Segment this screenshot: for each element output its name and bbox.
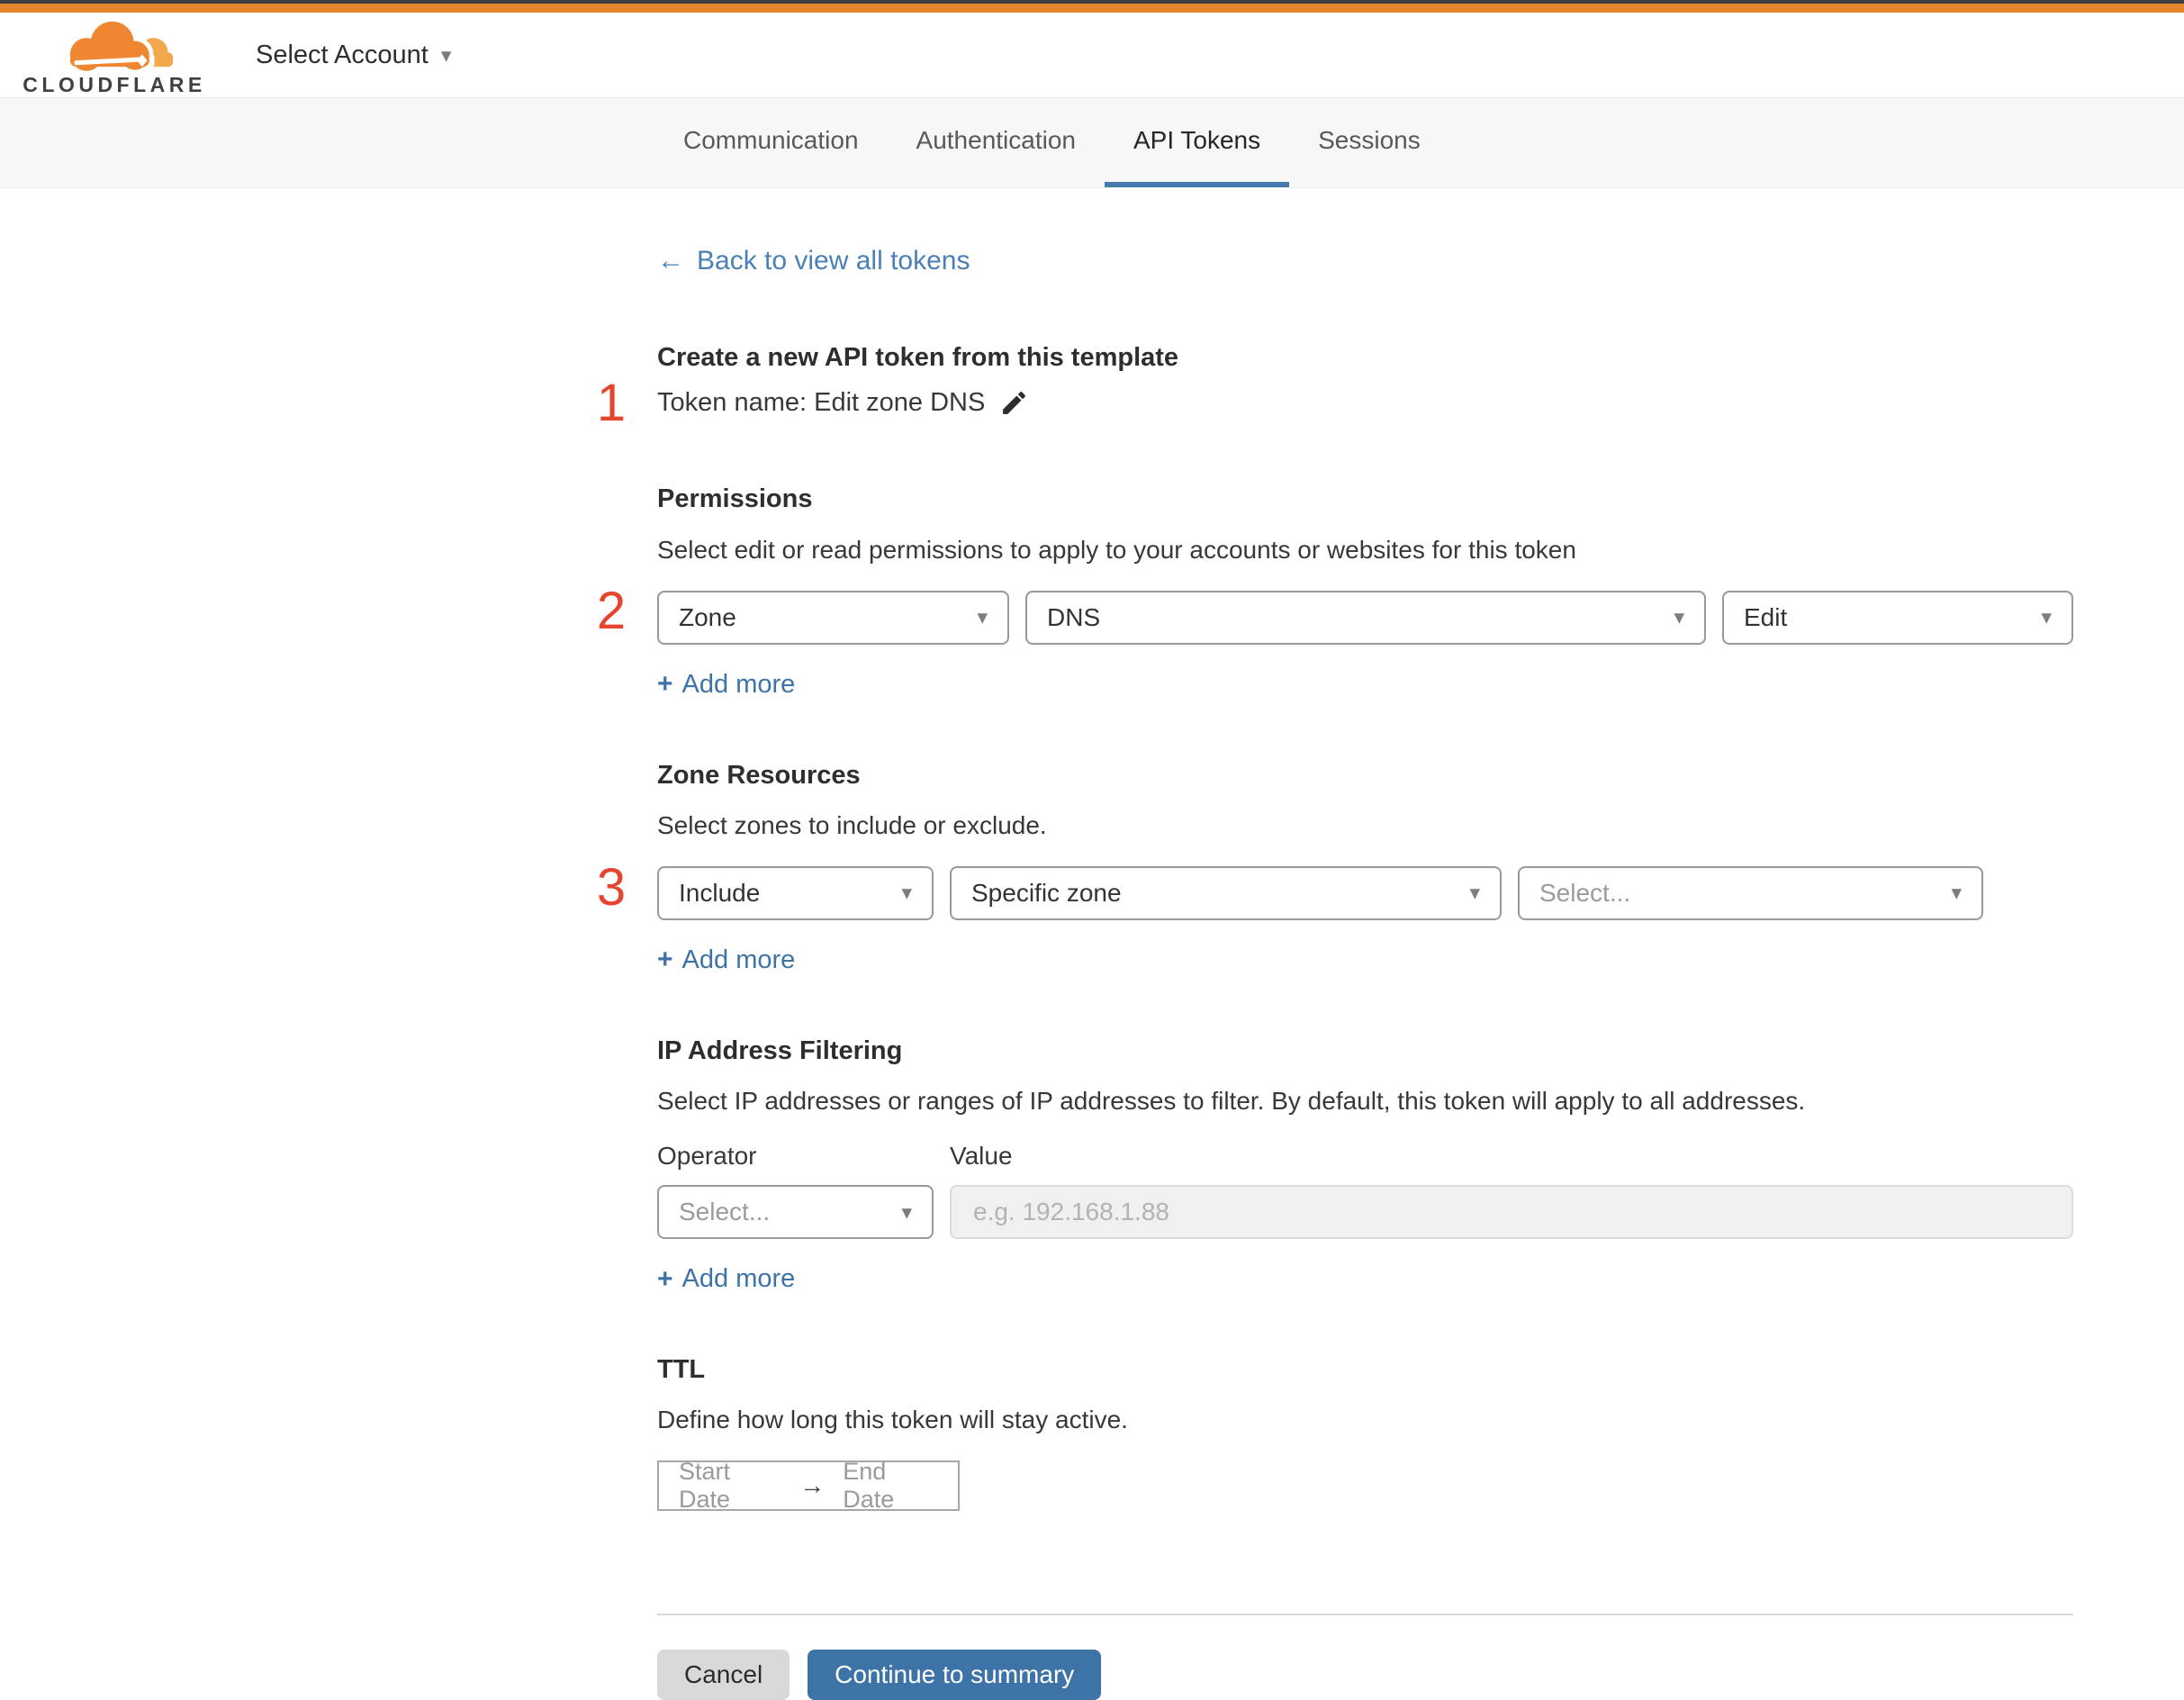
zone-resources-title: Zone Resources (657, 760, 861, 790)
continue-to-summary-button[interactable]: Continue to summary (808, 1650, 1102, 1700)
operator-label: Operator (657, 1142, 757, 1170)
arrow-right-icon: → (799, 1471, 826, 1500)
permission-level-select[interactable]: Edit ▾ (1722, 590, 2073, 645)
token-template-form: ← Back to view all tokens 1 Create a new… (597, 188, 2073, 1700)
ip-filtering-add-more-link[interactable]: + Add more (657, 1264, 795, 1294)
tab-communication[interactable]: Communication (654, 98, 888, 187)
chevron-down-icon: ▾ (440, 42, 452, 67)
permission-group-select[interactable]: DNS ▾ (1025, 590, 1706, 645)
back-arrow-icon: ← (657, 246, 684, 276)
permissions-section: 2 Permissions Select edit or read permis… (597, 483, 2073, 700)
top-accent-orange-bar (0, 4, 2184, 13)
permissions-title: Permissions (657, 484, 813, 514)
zone-resources-section: 3 Zone Resources Select zones to include… (597, 759, 2073, 975)
cloudflare-wordmark: CLOUDFLARE (23, 72, 206, 96)
ttl-section: TTL Define how long this token will stay… (657, 1353, 2073, 1514)
ttl-title: TTL (657, 1355, 706, 1384)
back-to-tokens-link[interactable]: ← Back to view all tokens (657, 246, 970, 276)
zone-resources-add-more-link[interactable]: + Add more (657, 945, 795, 975)
permission-scope-select[interactable]: Zone ▾ (657, 590, 1009, 645)
chevron-down-icon: ▾ (2041, 605, 2052, 628)
token-name-text: Token name: Edit zone DNS (657, 388, 986, 418)
zone-scope-select[interactable]: Specific zone ▾ (950, 865, 1502, 920)
ttl-description: Define how long this token will stay act… (657, 1406, 1128, 1434)
chevron-down-icon: ▾ (1674, 605, 1684, 628)
value-label: Value (950, 1142, 1013, 1170)
edit-token-name-button[interactable] (999, 388, 1029, 418)
ip-filtering-description: Select IP addresses or ranges of IP addr… (657, 1087, 1806, 1115)
back-link-label: Back to view all tokens (697, 246, 970, 276)
permissions-add-more-link[interactable]: + Add more (657, 670, 795, 700)
app-header: CLOUDFLARE Select Account ▾ (0, 13, 2184, 98)
pencil-icon (1003, 392, 1026, 415)
ip-filtering-title: IP Address Filtering (657, 1035, 903, 1065)
account-selector-label: Select Account (256, 40, 429, 69)
end-date-placeholder: End Date (843, 1458, 895, 1514)
token-section-title: Create a new API token from this templat… (657, 343, 1179, 372)
start-date-placeholder: Start Date (679, 1458, 731, 1514)
ip-operator-select[interactable]: Select... ▾ (657, 1185, 934, 1239)
zone-resources-description: Select zones to include or exclude. (657, 810, 1047, 839)
plus-icon: + (657, 669, 673, 699)
plus-icon: + (657, 1263, 673, 1294)
tab-api-tokens[interactable]: API Tokens (1105, 98, 1290, 187)
tab-authentication[interactable]: Authentication (888, 98, 1105, 187)
chevron-down-icon: ▾ (1951, 881, 1962, 905)
account-selector-dropdown[interactable]: Select Account ▾ (256, 41, 451, 70)
zone-include-exclude-select[interactable]: Include ▾ (657, 865, 934, 920)
cloudflare-logo: CLOUDFLARE (23, 14, 202, 95)
form-actions: Cancel Continue to summary (657, 1650, 2073, 1700)
step-number-2: 2 (596, 582, 627, 641)
chevron-down-icon: ▾ (1469, 881, 1480, 905)
ip-value-input[interactable] (950, 1185, 2073, 1239)
chevron-down-icon: ▾ (901, 1199, 912, 1224)
ttl-date-range-picker[interactable]: Start Date → End Date (657, 1458, 960, 1514)
step-number-1: 1 (596, 374, 627, 432)
ip-filtering-section: IP Address Filtering Select IP addresses… (657, 1035, 2073, 1294)
tab-sessions[interactable]: Sessions (1289, 98, 1449, 187)
zone-picker-select[interactable]: Select... ▾ (1518, 865, 1983, 920)
footer-divider (657, 1614, 2073, 1616)
plus-icon: + (657, 945, 673, 975)
chevron-down-icon: ▾ (977, 605, 988, 628)
permissions-description: Select edit or read permissions to apply… (657, 535, 1576, 564)
cancel-button[interactable]: Cancel (657, 1650, 790, 1700)
step-number-3: 3 (596, 857, 627, 917)
profile-tabs-nav: Communication Authentication API Tokens … (0, 98, 2184, 188)
token-name-section: 1 Create a new API token from this templ… (597, 341, 2073, 430)
chevron-down-icon: ▾ (901, 881, 912, 905)
cloudflare-cloud-icon (66, 14, 174, 73)
